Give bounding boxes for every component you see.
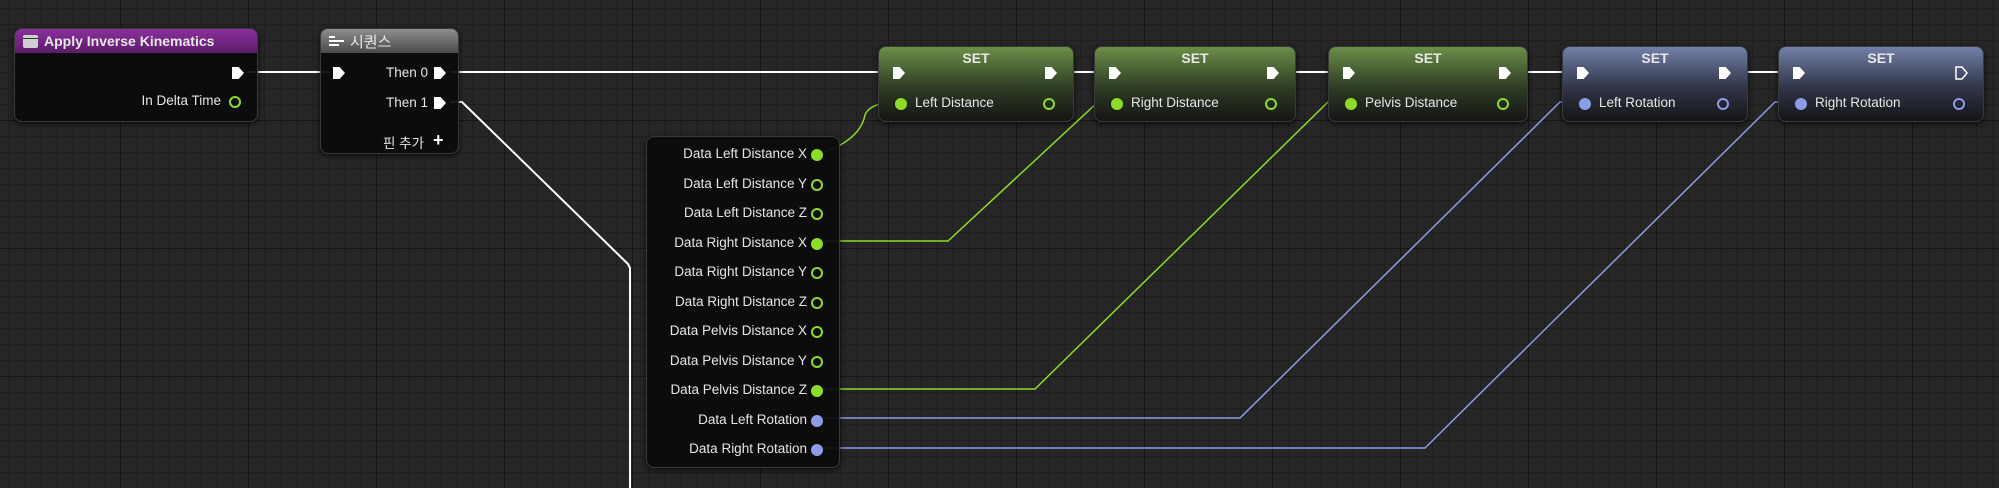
set-output-pin[interactable] [1497,98,1509,110]
data-output-label: Data Right Distance X [674,234,807,250]
in-delta-time-pin[interactable] [229,96,241,108]
set-node-pelvis-distance[interactable]: SET Pelvis Distance [1328,46,1528,122]
then1-exec-pin[interactable] [434,97,446,109]
event-icon [23,34,38,48]
set-var-label: Left Distance [915,95,994,110]
set-node-title: SET [1414,50,1442,66]
add-pin-label[interactable]: 핀 추가 [383,132,424,152]
exec-output-pin[interactable] [232,67,244,79]
data-output-pin[interactable] [811,267,823,279]
data-output-pin[interactable] [811,237,823,250]
set-input-pin[interactable] [895,98,907,110]
data-output-pin[interactable] [811,326,823,338]
set-var-label: Right Rotation [1815,95,1901,110]
data-output-pin[interactable] [811,178,823,191]
set-output-pin[interactable] [1043,98,1055,110]
then0-label: Then 0 [385,65,428,80]
then0-exec-pin[interactable] [434,67,446,79]
data-output-pin[interactable] [811,385,823,397]
set-var-label: Right Distance [1131,95,1219,110]
data-output-label: Data Left Distance Y [683,175,807,191]
sequence-node-header: 시퀀스 [321,29,458,53]
set-input-pin[interactable] [1795,98,1807,110]
data-output-label: Data Pelvis Distance X [669,323,807,338]
wire-right-rotation [822,101,1798,449]
set-node-right-distance[interactable]: SET Right Distance [1094,46,1296,122]
data-output-label: Data Pelvis Distance Z [670,382,807,397]
set-node-left-rotation[interactable]: SET Left Rotation [1562,46,1748,122]
set-output-pin[interactable] [1265,98,1277,110]
data-output-label: Data Right Distance Z [674,293,807,309]
data-output-label: Data Pelvis Distance Y [669,352,807,368]
sequence-node[interactable]: 시퀀스 Then 0 Then 1 핀 추가 + [320,28,459,154]
set-input-pin[interactable] [1345,98,1357,110]
set-var-label: Pelvis Distance [1365,95,1458,110]
data-output-pin[interactable] [811,296,823,309]
set-output-pin[interactable] [1953,98,1965,110]
wire-pelvis-distance [822,101,1348,390]
wire-left-rotation [822,101,1582,419]
set-var-label: Left Rotation [1599,95,1676,110]
set-node-right-rotation[interactable]: SET Right Rotation [1778,46,1984,122]
add-pin-plus-icon[interactable]: + [433,131,444,149]
set-node-left-distance[interactable]: SET Left Distance [878,46,1074,122]
data-output-label: Data Right Distance Y [674,264,807,279]
data-output-label: Data Left Distance Z [683,205,807,220]
sequence-node-title: 시퀀스 [350,33,392,51]
sequence-exec-input-pin[interactable] [333,67,345,79]
set-node-title: SET [1867,50,1895,66]
data-output-label: Data Left Distance X [683,146,807,161]
set-node-title: SET [1181,50,1209,66]
data-output-pin[interactable] [811,149,823,161]
in-delta-time-label: In Delta Time [141,93,221,108]
set-input-pin[interactable] [1579,98,1591,110]
data-output-pin[interactable] [811,355,823,368]
sequence-icon [329,35,344,48]
set-exec-out-pin-unconnected[interactable] [1955,66,1968,80]
set-node-title: SET [962,50,990,66]
exec-wire-then1-down [450,101,631,488]
event-node-header: Apply Inverse Kinematics [15,29,257,53]
then1-label: Then 1 [385,95,428,110]
data-output-label: Data Left Rotation [698,411,807,427]
data-break-node[interactable]: Data Left Distance X Data Left Distance Y… [646,136,840,468]
set-output-pin[interactable] [1717,98,1729,110]
data-output-pin[interactable] [811,414,823,427]
set-input-pin[interactable] [1111,98,1123,110]
event-node-apply-inverse-kinematics[interactable]: Apply Inverse Kinematics In Delta Time [14,28,258,122]
event-node-title: Apply Inverse Kinematics [44,33,215,49]
data-output-label: Data Right Rotation [689,441,807,456]
wire-right-distance [822,101,1115,242]
data-output-pin[interactable] [811,444,823,456]
data-output-pin[interactable] [811,208,823,220]
